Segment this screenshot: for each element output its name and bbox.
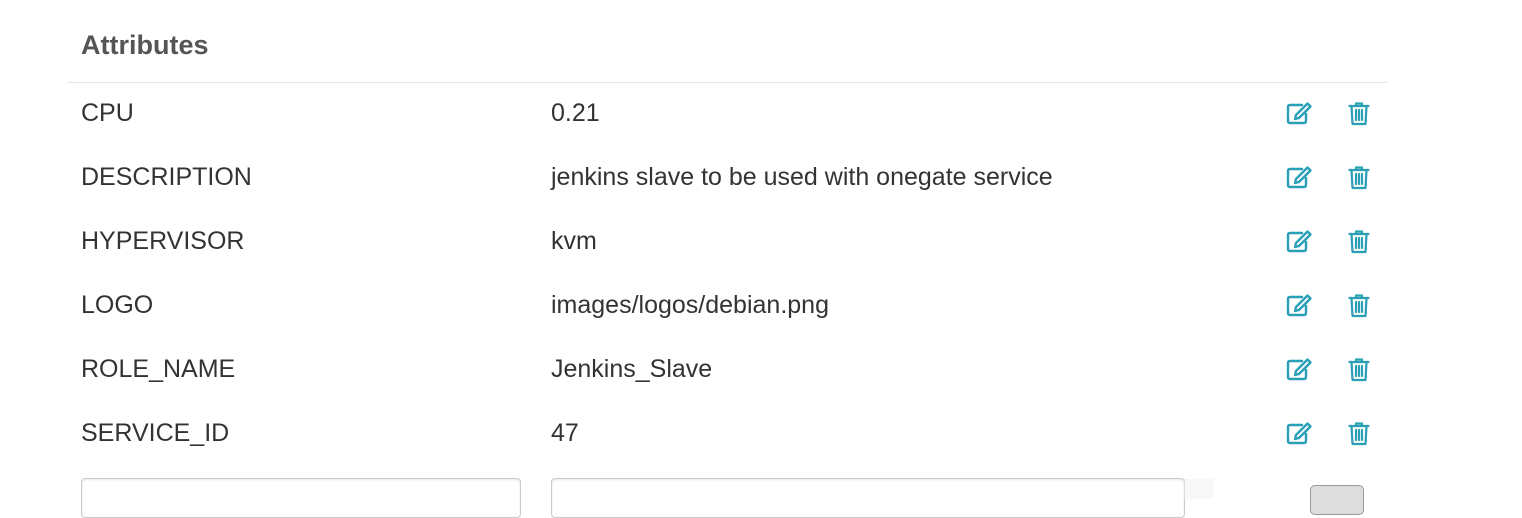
trash-icon (1348, 101, 1370, 126)
attribute-key: SERVICE_ID (81, 419, 230, 447)
attribute-key: DESCRIPTION (81, 163, 252, 191)
delete-attribute-button[interactable] (1344, 226, 1374, 256)
edit-icon (1286, 357, 1313, 381)
trash-icon (1348, 293, 1370, 318)
attribute-row-role-name: ROLE_NAME Jenkins_Slave (67, 337, 1387, 401)
delete-attribute-button[interactable] (1344, 418, 1374, 448)
attribute-row-cpu: CPU 0.21 (67, 81, 1387, 145)
delete-attribute-button[interactable] (1344, 162, 1374, 192)
attribute-value: kvm (551, 227, 597, 255)
attribute-key: LOGO (81, 291, 154, 319)
attribute-key: HYPERVISOR (81, 227, 245, 255)
new-attribute-key-input[interactable] (81, 478, 521, 518)
panel-title: Attributes (81, 30, 209, 60)
edit-attribute-button[interactable] (1284, 290, 1314, 320)
attributes-panel: Attributes CPU 0.21 DESCRIPTION jenkins sla… (67, 0, 1387, 518)
attribute-value: 47 (551, 419, 579, 447)
trash-icon (1348, 421, 1370, 446)
edit-attribute-button[interactable] (1284, 162, 1314, 192)
edit-icon (1286, 421, 1313, 445)
delete-attribute-button[interactable] (1344, 98, 1374, 128)
attribute-key: CPU (81, 99, 134, 127)
edit-attribute-button[interactable] (1284, 354, 1314, 384)
edit-icon (1286, 293, 1313, 317)
edit-icon (1286, 165, 1313, 189)
edit-attribute-button[interactable] (1284, 98, 1314, 128)
attribute-value: images/logos/debian.png (551, 291, 829, 319)
value-input-scrollbar[interactable] (1184, 479, 1214, 499)
edit-attribute-button[interactable] (1284, 418, 1314, 448)
trash-icon (1348, 165, 1370, 190)
trash-icon (1348, 357, 1370, 382)
delete-attribute-button[interactable] (1344, 290, 1374, 320)
attribute-key: ROLE_NAME (81, 355, 236, 383)
add-attribute-button[interactable] (1310, 485, 1364, 515)
edit-icon (1286, 229, 1313, 253)
attribute-row-service-id: SERVICE_ID 47 (67, 401, 1387, 465)
attribute-row-description: DESCRIPTION jenkins slave to be used with… (67, 145, 1387, 209)
new-attribute-value-input[interactable] (551, 478, 1185, 518)
edit-attribute-button[interactable] (1284, 226, 1314, 256)
attribute-row-hypervisor: HYPERVISOR kvm (67, 209, 1387, 273)
attribute-value: 0.21 (551, 99, 600, 127)
edit-icon (1286, 101, 1313, 125)
delete-attribute-button[interactable] (1344, 354, 1374, 384)
trash-icon (1348, 229, 1370, 254)
attribute-row-logo: LOGO images/logos/debian.png (67, 273, 1387, 337)
attribute-value: Jenkins_Slave (551, 355, 713, 383)
attribute-value: jenkins slave to be used with onegate se… (551, 163, 1053, 191)
